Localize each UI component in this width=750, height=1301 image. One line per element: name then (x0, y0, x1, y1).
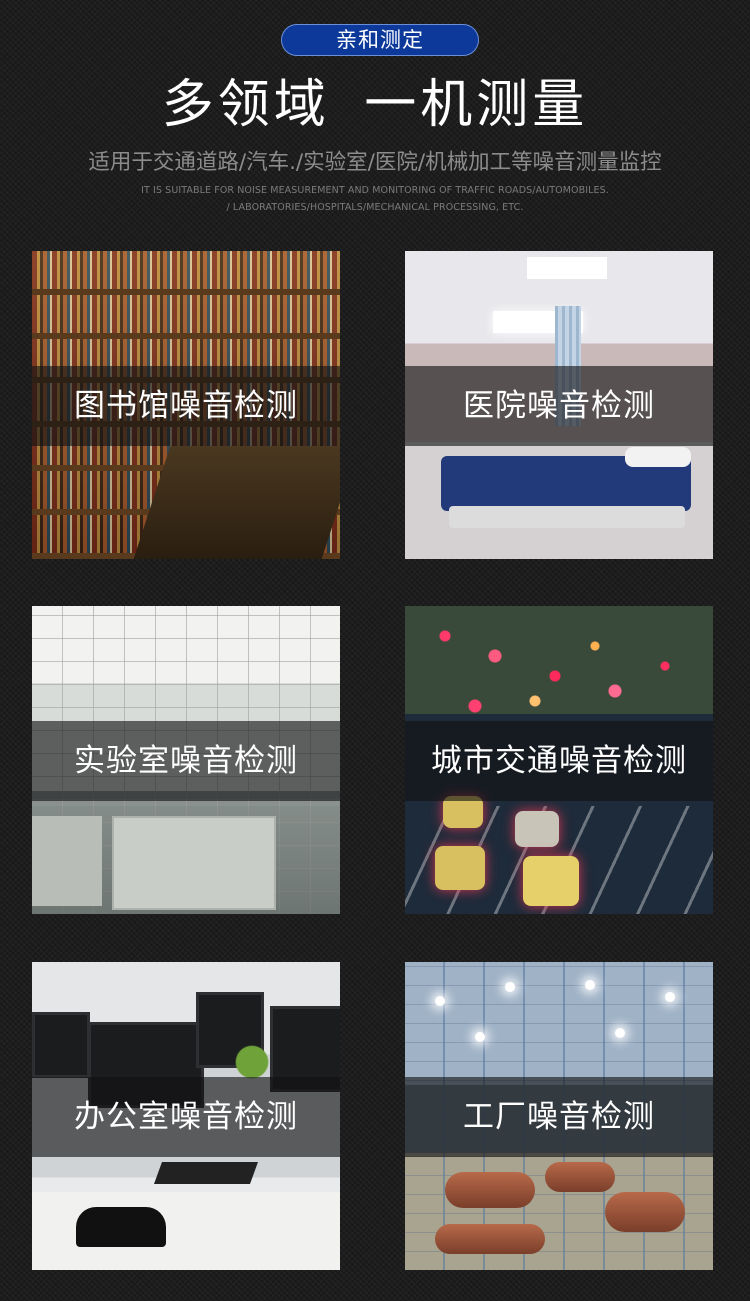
ceiling-light (527, 257, 607, 279)
car (435, 846, 485, 890)
steel-pipe (545, 1162, 615, 1192)
ceiling-lamp (505, 982, 515, 992)
subtitle-english: IT IS SUITABLE FOR NOISE MEASUREMENT AND… (0, 182, 750, 216)
pillow (625, 447, 691, 467)
page-title: 多领域 一机测量 (161, 75, 589, 135)
card-label: 城市交通噪音检测 (431, 743, 687, 779)
bed-frame (449, 506, 685, 528)
card-label: 办公室噪音检测 (74, 1099, 298, 1135)
card-office: 办公室噪音检测 (32, 962, 340, 1270)
steel-pipe (435, 1224, 545, 1254)
desk-plant (232, 1042, 272, 1082)
ceiling-lamp (585, 980, 595, 990)
lab-cabinet (112, 816, 276, 910)
ceiling-lamp (475, 1032, 485, 1042)
lab-cabinet (32, 816, 102, 906)
card-laboratory: 实验室噪音检测 (32, 606, 340, 914)
monitor (32, 1012, 90, 1078)
car (515, 811, 559, 847)
card-label: 工厂噪音检测 (463, 1099, 655, 1135)
card-label: 图书馆噪音检测 (74, 388, 298, 424)
section-badge: 亲和测定 (281, 24, 479, 56)
card-factory: 工厂噪音检测 (405, 962, 713, 1270)
card-traffic: 城市交通噪音检测 (405, 606, 713, 914)
card-hospital: 医院噪音检测 (405, 251, 713, 559)
subtitle-english-line2: / LABORATORIES/HOSPITALS/MECHANICAL PROC… (226, 202, 524, 213)
library-floor (133, 446, 340, 559)
subtitle-chinese: 适用于交通道路/汽车./实验室/医院/机械加工等噪音测量监控 (88, 150, 662, 175)
ceiling-lamp (665, 992, 675, 1002)
subtitle-english-line1: IT IS SUITABLE FOR NOISE MEASUREMENT AND… (141, 185, 609, 196)
card-library: 图书馆噪音检测 (32, 251, 340, 559)
card-label: 实验室噪音检测 (74, 743, 298, 779)
steel-pipe (605, 1192, 685, 1232)
keyboard (153, 1162, 259, 1184)
steel-pipe (445, 1172, 535, 1208)
ceiling-lamp (435, 996, 445, 1006)
card-label: 医院噪音检测 (463, 388, 655, 424)
ceiling-lamp (615, 1028, 625, 1038)
tape-dispenser (76, 1207, 166, 1247)
car (523, 856, 579, 906)
